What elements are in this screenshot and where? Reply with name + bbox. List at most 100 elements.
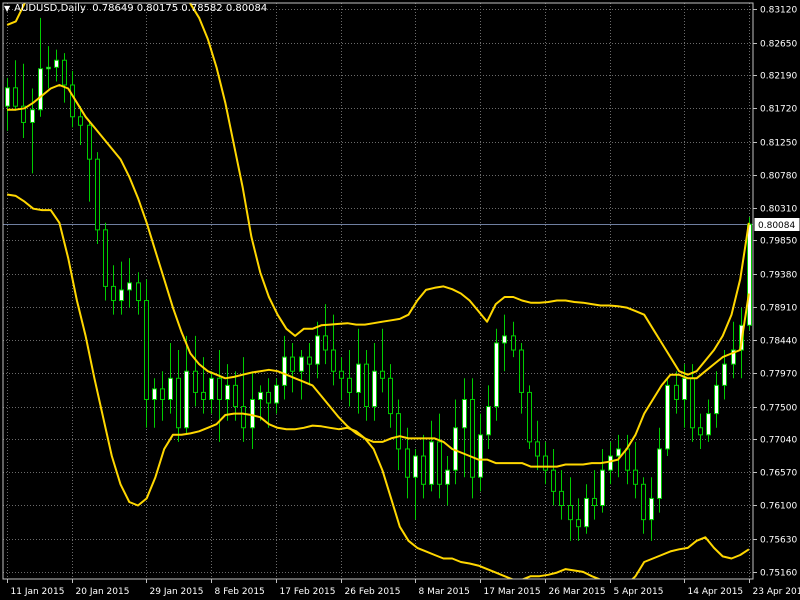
- y-tick-label: 0.75630: [760, 536, 797, 546]
- candle-bear: [144, 300, 149, 400]
- y-tick-label: 0.80780: [760, 172, 797, 182]
- candle-bull: [478, 434, 483, 478]
- candle-bear: [511, 335, 516, 351]
- y-tick-label: 0.79380: [760, 271, 797, 281]
- candle-bull: [608, 455, 613, 471]
- candle-bear: [470, 398, 475, 478]
- y-tick-label: 0.76570: [760, 469, 797, 479]
- candle-bear: [576, 519, 581, 528]
- x-tick-label: 29 Jan 2015: [150, 587, 204, 597]
- chart-header: ▼ AUDUSD,Daily 0.78649 0.80175 0.78582 0.…: [4, 3, 267, 14]
- candle-bull: [665, 384, 670, 450]
- candle-bear: [290, 356, 295, 372]
- candle-bear: [437, 441, 442, 485]
- candlestick-chart[interactable]: 0.83120 0.82650 0.82190 0.81720 0.81250 0.807…: [0, 0, 800, 600]
- candle-bear: [233, 384, 238, 408]
- candle-bull: [38, 68, 43, 111]
- candle-bull: [502, 335, 507, 344]
- y-tick-label: 0.77970: [760, 370, 797, 380]
- candle-bear: [95, 158, 100, 231]
- candle-bear: [307, 356, 312, 365]
- candle-bear: [690, 377, 695, 429]
- candle-bear: [347, 377, 352, 393]
- y-tick-label: 0.82190: [760, 72, 797, 82]
- y-tick-label: 0.75160: [760, 569, 797, 579]
- candle-bull: [299, 356, 304, 372]
- candle-bull: [682, 377, 687, 400]
- candle-bull: [54, 59, 59, 68]
- candle-bear: [396, 413, 401, 450]
- candle-bear: [160, 388, 165, 400]
- candle-bull: [429, 441, 434, 485]
- candle-bear: [103, 229, 108, 287]
- candle-bear: [87, 124, 92, 160]
- candle-bull: [152, 388, 157, 400]
- candle-bear: [217, 377, 222, 400]
- candle-bear: [193, 370, 198, 393]
- candle-bear: [136, 282, 141, 302]
- candle-bear: [266, 391, 271, 404]
- candle-bear: [698, 427, 703, 436]
- candle-bull: [462, 398, 467, 429]
- candle-bear: [241, 406, 246, 429]
- candle-bear: [625, 448, 630, 471]
- candle-bear: [405, 448, 410, 478]
- candle-bull: [5, 87, 10, 107]
- candle-bull: [494, 342, 499, 408]
- candle-bull: [445, 469, 450, 485]
- candle-bull: [600, 469, 605, 506]
- candle-bear: [111, 285, 116, 302]
- x-tick-label: 8 Mar 2015: [419, 587, 470, 597]
- symbol-label: AUDUSD,Daily: [14, 3, 86, 14]
- x-tick-label: 26 Mar 2015: [549, 587, 606, 597]
- candle-bear: [592, 497, 597, 506]
- candle-bear: [421, 455, 426, 485]
- candle-bull: [184, 370, 189, 429]
- y-tick-label: 0.79850: [760, 237, 797, 247]
- candle-bull: [30, 109, 35, 123]
- candle-bear: [331, 349, 336, 372]
- current-price-tag: 0.80084: [754, 218, 800, 231]
- candle-bull: [282, 356, 287, 386]
- candle-bear: [323, 335, 328, 351]
- candle-bear: [633, 469, 638, 485]
- x-tick-label: 5 Apr 2015: [614, 587, 664, 597]
- candle-bull: [274, 384, 279, 404]
- candle-bear: [62, 59, 67, 86]
- candle-bull: [356, 363, 361, 393]
- candle-bull: [258, 391, 263, 400]
- candle-bear: [339, 370, 344, 379]
- y-tick-label: 0.81250: [760, 139, 797, 149]
- x-tick-label: 14 Apr 2015: [688, 587, 744, 597]
- candle-bear: [380, 370, 385, 379]
- y-tick-label: 0.82650: [760, 40, 797, 50]
- candle-bull: [714, 384, 719, 415]
- x-tick-label: 17 Feb 2015: [280, 587, 336, 597]
- candle-bear: [13, 87, 18, 107]
- x-tick-label: 8 Feb 2015: [215, 587, 265, 597]
- candle-bull: [706, 413, 711, 436]
- candle-bear: [364, 363, 369, 408]
- candle-bear: [70, 84, 75, 118]
- candle-bear: [568, 504, 573, 521]
- candle-bull: [657, 448, 662, 499]
- ohlc-values: 0.78649 0.80175 0.78582 0.80084: [92, 3, 268, 14]
- dropdown-triangle-icon[interactable]: ▼: [4, 4, 10, 13]
- candle-bear: [641, 483, 646, 521]
- y-tick-label: 0.83120: [760, 6, 797, 16]
- candle-bull: [225, 384, 230, 400]
- y-tick-label: 0.76100: [760, 502, 797, 512]
- candle-bear: [543, 455, 548, 471]
- candle-bull: [127, 282, 132, 291]
- x-tick-label: 26 Feb 2015: [345, 587, 401, 597]
- x-tick-label: 11 Jan 2015: [11, 587, 65, 597]
- candle-bear: [674, 384, 679, 400]
- x-tick-label: 17 Mar 2015: [484, 587, 541, 597]
- candle-bear: [519, 349, 524, 393]
- candle-bull: [616, 448, 621, 457]
- candle-bear: [527, 391, 532, 443]
- candle-bull: [722, 363, 727, 386]
- candle-bull: [46, 66, 51, 70]
- candle-bear: [388, 377, 393, 415]
- candle-bull: [250, 398, 255, 429]
